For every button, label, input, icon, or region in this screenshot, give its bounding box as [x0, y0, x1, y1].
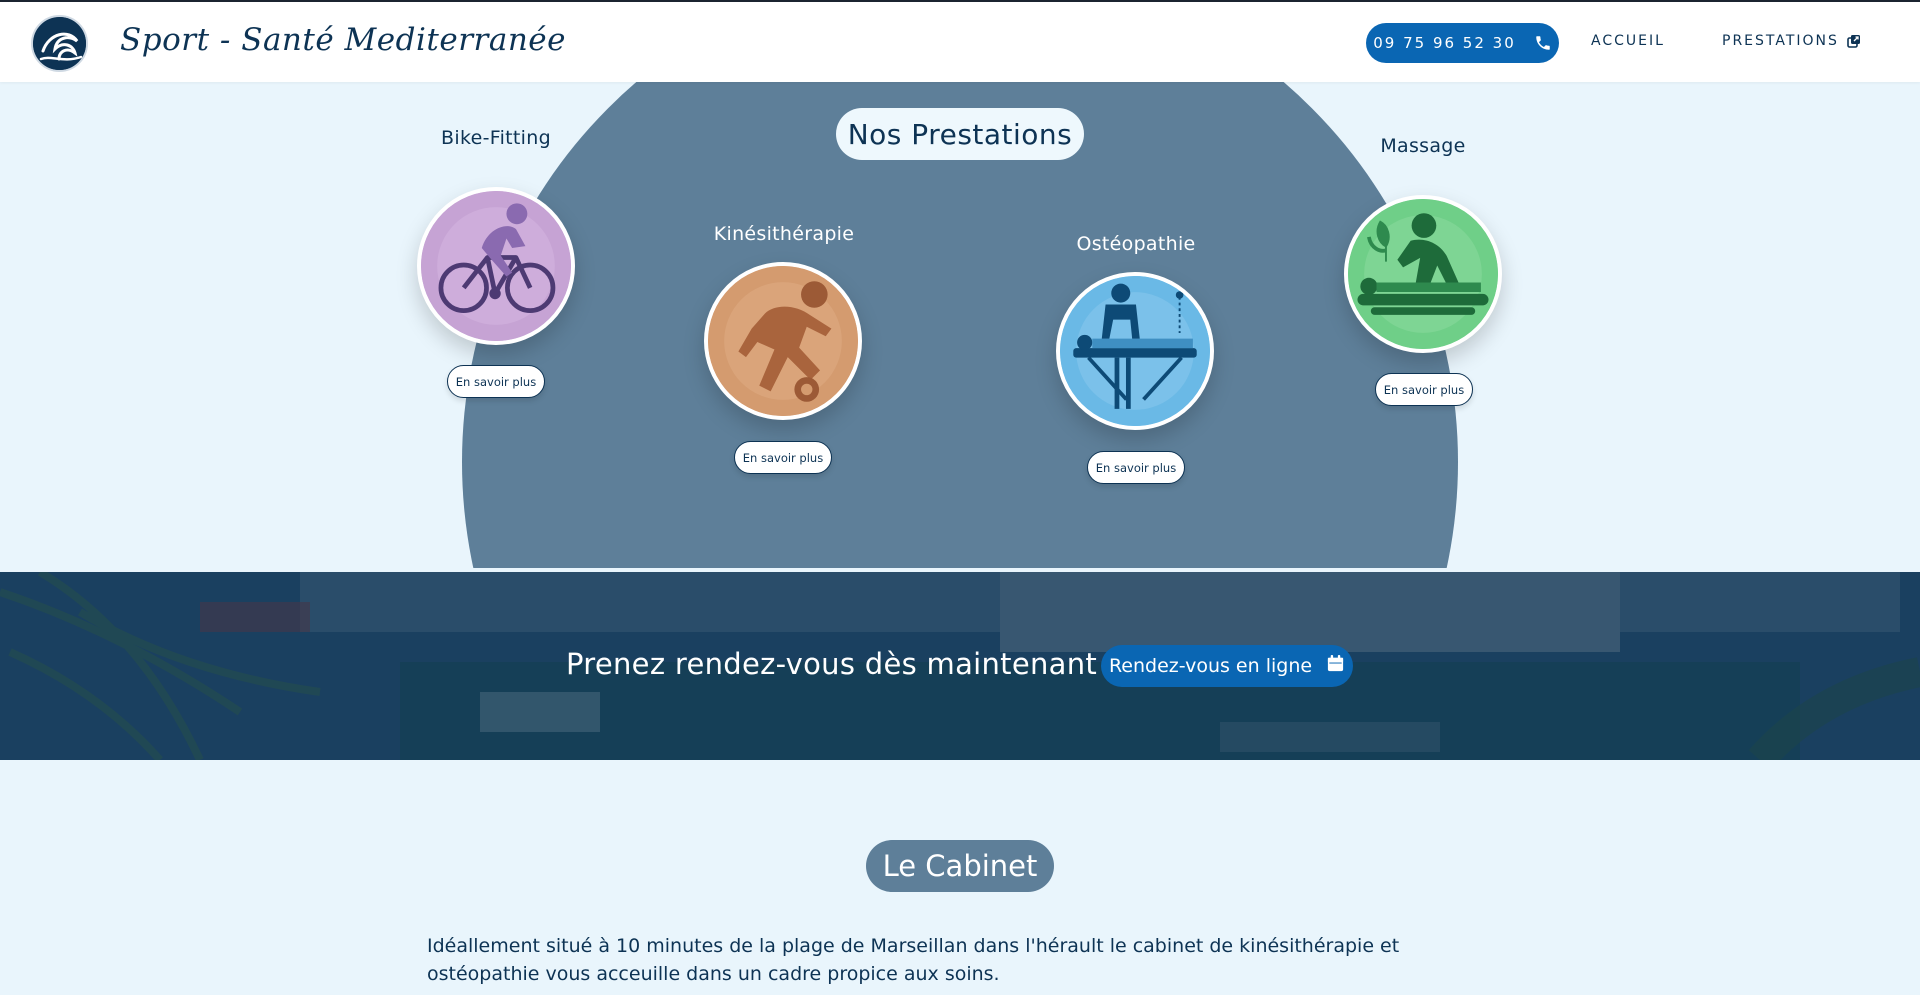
- service-title-kinesitherapie: Kinésithérapie: [713, 223, 855, 245]
- football-player-icon[interactable]: [704, 262, 862, 420]
- calendar-icon: [1326, 654, 1345, 678]
- online-appointment-button[interactable]: Rendez-vous en ligne: [1101, 645, 1353, 687]
- service-title-bike-fitting: Bike-Fitting: [441, 127, 551, 149]
- nav-accueil[interactable]: ACCUEIL: [1591, 33, 1665, 49]
- prestations-title: Nos Prestations: [836, 108, 1084, 160]
- service-title-massage: Massage: [1380, 135, 1466, 157]
- cabinet-description: Idéallement situé à 10 minutes de la pla…: [427, 935, 1400, 985]
- nav-accueil-label: ACCUEIL: [1591, 33, 1665, 49]
- nav-prestations[interactable]: PRESTATIONS: [1722, 33, 1861, 49]
- appointment-banner: Prenez rendez-vous dès maintenant ! Rend…: [0, 572, 1920, 760]
- massage-more-button[interactable]: En savoir plus: [1375, 373, 1473, 406]
- osteopathie-more-button[interactable]: En savoir plus: [1087, 451, 1185, 484]
- phone-icon: [1534, 34, 1552, 52]
- massage-icon[interactable]: [1344, 195, 1502, 353]
- site-header: Sport - Santé Mediterranée 09 75 96 52 3…: [0, 0, 1920, 82]
- phone-button[interactable]: 09 75 96 52 30: [1366, 23, 1559, 63]
- prestations-section: Nos Prestations Bike-Fitting En savoir p…: [0, 82, 1920, 572]
- phone-number: 09 75 96 52 30: [1373, 34, 1516, 52]
- banner-text: Prenez rendez-vous dès maintenant !: [566, 647, 1119, 681]
- cabinet-title: Le Cabinet: [866, 840, 1054, 892]
- external-link-icon: [1847, 34, 1861, 48]
- cyclist-icon[interactable]: [417, 187, 575, 345]
- online-appointment-label: Rendez-vous en ligne: [1108, 655, 1313, 677]
- kinesitherapie-more-button[interactable]: En savoir plus: [734, 441, 832, 474]
- bike-fitting-more-button[interactable]: En savoir plus: [447, 365, 545, 398]
- wave-logo-icon[interactable]: [31, 15, 88, 72]
- brand-name[interactable]: Sport - Santé Mediterranée: [120, 22, 566, 58]
- osteopath-treatment-icon[interactable]: [1056, 272, 1214, 430]
- service-title-osteopathie: Ostéopathie: [1076, 233, 1196, 255]
- nav-prestations-label: PRESTATIONS: [1722, 33, 1839, 49]
